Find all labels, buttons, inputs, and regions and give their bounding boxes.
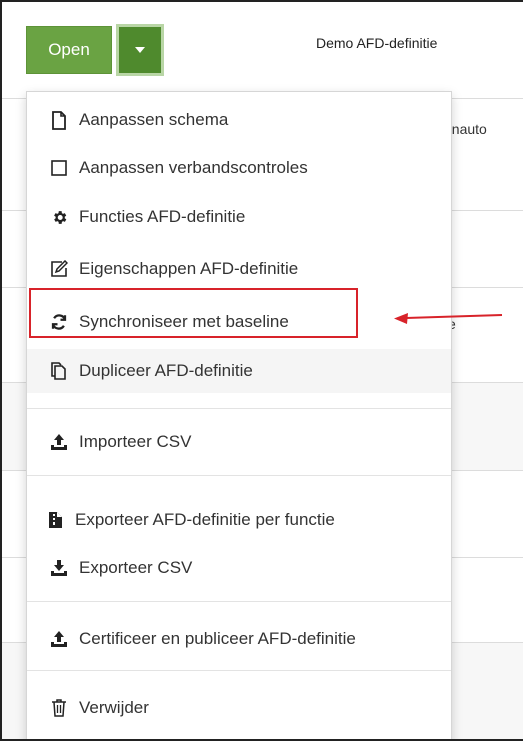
highlight-box bbox=[29, 288, 358, 338]
menu-item-aanpassen-verbandscontroles[interactable]: Aanpassen verbandscontroles bbox=[27, 146, 451, 190]
menu-item-label: Importeer CSV bbox=[79, 432, 192, 451]
menu-divider bbox=[27, 670, 451, 671]
menu-item-certificeer[interactable]: Certificeer en publiceer AFD-definitie bbox=[27, 617, 451, 661]
menu-item-aanpassen-schema[interactable]: Aanpassen schema bbox=[27, 98, 451, 142]
copy-icon bbox=[49, 361, 69, 381]
menu-item-label: Certificeer en publiceer AFD-definitie bbox=[79, 629, 356, 648]
upload-icon bbox=[49, 629, 69, 649]
menu-item-label: Aanpassen verbandscontroles bbox=[79, 158, 308, 177]
dropdown-menu: Aanpassen schema Aanpassen verbandscontr… bbox=[26, 91, 452, 739]
gear-icon bbox=[49, 207, 69, 227]
menu-item-label: Aanpassen schema bbox=[79, 110, 229, 129]
menu-item-label: Eigenschappen AFD-definitie bbox=[79, 259, 299, 278]
file-icon bbox=[49, 110, 69, 130]
square-icon bbox=[49, 158, 69, 178]
menu-item-label: Verwijder bbox=[79, 698, 149, 717]
caret-down-icon bbox=[135, 47, 145, 53]
file-export-icon bbox=[45, 510, 65, 530]
menu-item-exporteer-per-functie[interactable]: Exporteer AFD-definitie per functie bbox=[27, 498, 451, 542]
download-icon bbox=[49, 558, 69, 578]
menu-item-label: Functies AFD-definitie bbox=[79, 207, 246, 226]
page-title: Demo AFD-definitie bbox=[316, 35, 438, 51]
menu-item-label: Exporteer CSV bbox=[79, 558, 193, 577]
menu-item-verwijder[interactable]: Verwijder bbox=[27, 686, 451, 730]
upload-icon bbox=[49, 432, 69, 452]
menu-divider bbox=[27, 475, 451, 476]
menu-item-label: Exporteer AFD-definitie per functie bbox=[75, 510, 335, 529]
menu-item-functies[interactable]: Functies AFD-definitie bbox=[27, 195, 451, 239]
menu-divider bbox=[27, 408, 451, 409]
red-arrow-icon bbox=[394, 313, 503, 324]
menu-item-dupliceer[interactable]: Dupliceer AFD-definitie bbox=[27, 349, 451, 393]
open-button[interactable]: Open bbox=[26, 26, 112, 74]
trash-icon bbox=[49, 698, 69, 718]
menu-item-exporteer-csv[interactable]: Exporteer CSV bbox=[27, 546, 451, 590]
dropdown-toggle-button[interactable] bbox=[116, 24, 164, 76]
edit-icon bbox=[49, 259, 69, 279]
menu-item-label: Dupliceer AFD-definitie bbox=[79, 361, 253, 380]
menu-item-importeer-csv[interactable]: Importeer CSV bbox=[27, 420, 451, 464]
menu-divider bbox=[27, 601, 451, 602]
screenshot-frame: enauto e Open Demo AFD-definitie Aanpass… bbox=[0, 0, 523, 741]
menu-item-eigenschappen[interactable]: Eigenschappen AFD-definitie bbox=[27, 247, 451, 291]
